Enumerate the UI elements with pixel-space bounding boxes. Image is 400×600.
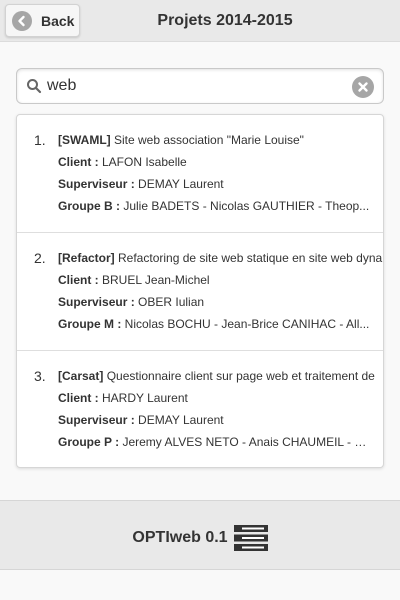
item-number: 1. — [34, 132, 46, 148]
list-item[interactable]: 1. [SWAML] Site web association "Marie L… — [17, 115, 383, 233]
client-label: Client : — [58, 155, 99, 169]
list-item[interactable]: 3. [Carsat] Questionnaire client sur pag… — [17, 351, 383, 467]
list-item[interactable]: 2. [Refactor] Refactoring de site web st… — [17, 233, 383, 351]
project-tag: [SWAML] — [58, 133, 111, 147]
group-value: Jeremy ALVES NETO - Anais CHAUMEIL - L..… — [119, 435, 370, 449]
client-line: Client : LAFON Isabelle — [58, 155, 187, 169]
item-number: 2. — [34, 250, 46, 266]
project-name: Refactoring de site web statique en site… — [114, 251, 383, 265]
project-title: [Carsat] Questionnaire client sur page w… — [58, 369, 383, 383]
supervisor-label: Superviseur : — [58, 413, 135, 427]
group-value: Nicolas BOCHU - Jean-Brice CANIHAC - All… — [121, 317, 370, 331]
client-value: HARDY Laurent — [98, 391, 188, 405]
project-tag: [Refactor] — [58, 251, 115, 265]
supervisor-label: Superviseur : — [58, 295, 135, 309]
group-label: Groupe P : — [58, 435, 120, 449]
client-label: Client : — [58, 391, 99, 405]
supervisor-label: Superviseur : — [58, 177, 135, 191]
supervisor-value: DEMAY Laurent — [134, 413, 224, 427]
supervisor-value: OBER Iulian — [134, 295, 205, 309]
back-button[interactable]: Back — [5, 4, 80, 37]
supervisor-line: Superviseur : OBER Iulian — [58, 295, 204, 309]
supervisor-line: Superviseur : DEMAY Laurent — [58, 177, 224, 191]
item-number: 3. — [34, 368, 46, 384]
group-label: Groupe B : — [58, 199, 120, 213]
project-title: [Refactor] Refactoring de site web stati… — [58, 251, 383, 265]
app-version-label: OPTIweb 0.1 — [132, 529, 228, 546]
project-name: Questionnaire client sur page web et tra… — [103, 369, 375, 383]
server-stack-icon — [233, 525, 268, 551]
client-line: Client : HARDY Laurent — [58, 391, 188, 405]
client-value: LAFON Isabelle — [98, 155, 187, 169]
client-label: Client : — [58, 273, 99, 287]
footer-bar: OPTIweb 0.1 — [0, 500, 400, 570]
group-line: Groupe B : Julie BADETS - Nicolas GAUTHI… — [58, 199, 369, 213]
project-title: [SWAML] Site web association "Marie Loui… — [58, 133, 383, 147]
group-label: Groupe M : — [58, 317, 122, 331]
arrow-left-icon — [12, 10, 32, 31]
client-value: BRUEL Jean-Michel — [98, 273, 210, 287]
client-line: Client : BRUEL Jean-Michel — [58, 273, 210, 287]
search-input[interactable] — [47, 74, 347, 98]
project-tag: [Carsat] — [58, 369, 104, 383]
project-name: Site web association "Marie Louise" — [110, 133, 304, 147]
back-button-label: Back — [41, 12, 75, 29]
supervisor-line: Superviseur : DEMAY Laurent — [58, 413, 224, 427]
search-field — [16, 68, 384, 104]
page-title: Projets 2014-2015 — [157, 12, 293, 29]
header-bar: Back Projets 2014-2015 — [0, 0, 400, 42]
results-list: 1. [SWAML] Site web association "Marie L… — [16, 114, 384, 468]
clear-search-icon[interactable] — [352, 76, 374, 98]
group-line: Groupe P : Jeremy ALVES NETO - Anais CHA… — [58, 435, 370, 449]
group-line: Groupe M : Nicolas BOCHU - Jean-Brice CA… — [58, 317, 369, 331]
footer-brand: OPTIweb 0.1 — [0, 525, 400, 551]
group-value: Julie BADETS - Nicolas GAUTHIER - Theop.… — [120, 199, 370, 213]
supervisor-value: DEMAY Laurent — [134, 177, 224, 191]
search-icon — [26, 78, 42, 94]
